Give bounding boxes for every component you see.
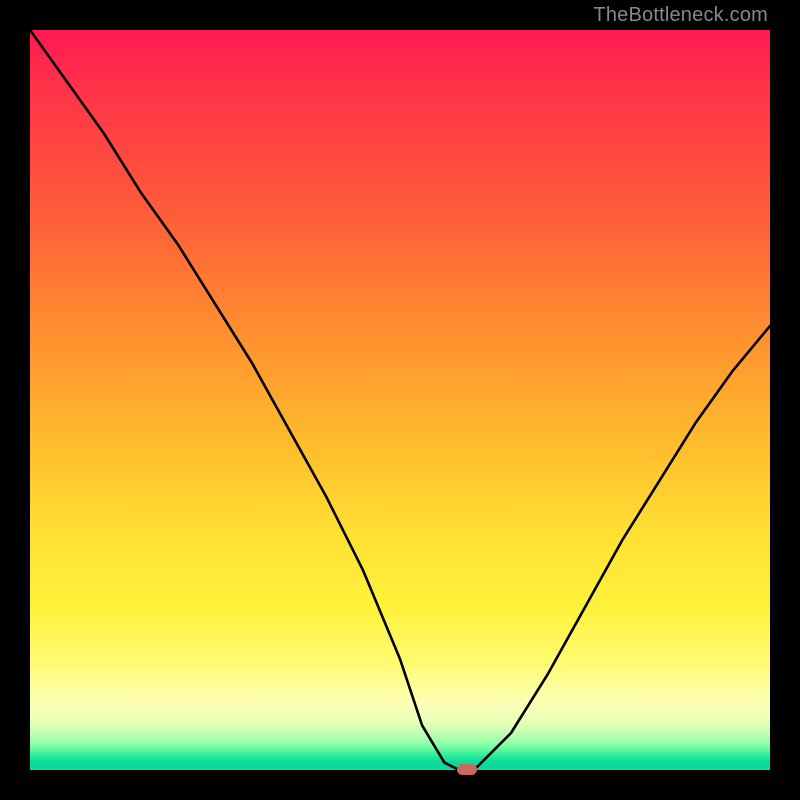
chart-frame: TheBottleneck.com bbox=[0, 0, 800, 800]
plot-area bbox=[30, 30, 770, 770]
bottleneck-curve bbox=[30, 30, 770, 770]
minimum-marker bbox=[457, 764, 477, 775]
watermark-text: TheBottleneck.com bbox=[593, 4, 768, 27]
